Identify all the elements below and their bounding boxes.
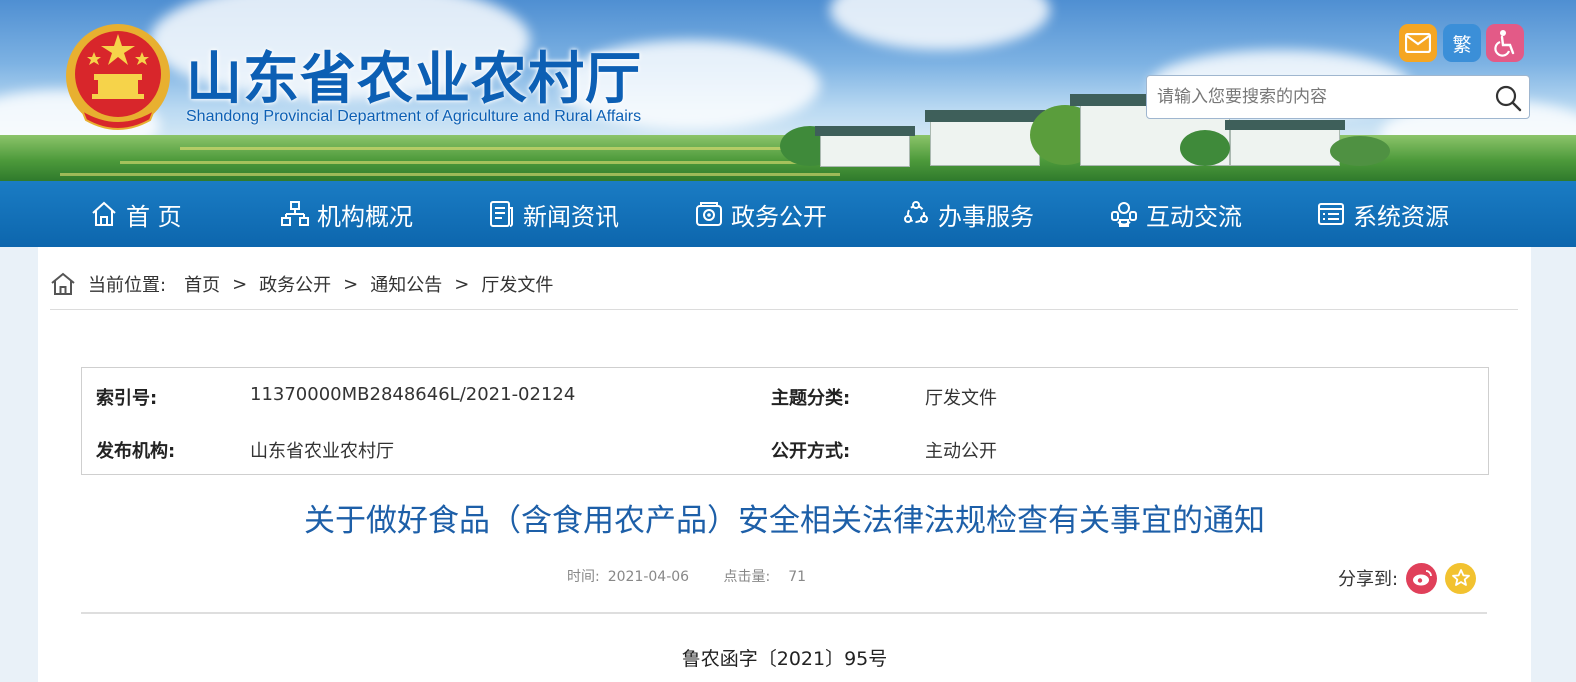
share-weibo-button[interactable] (1406, 562, 1438, 594)
divider (81, 612, 1487, 614)
org-chart-icon (281, 201, 309, 226)
nav-item-label: 政务公开 (731, 202, 827, 231)
view-count-value: 71 (788, 569, 807, 585)
breadcrumb-separator: > (343, 273, 359, 295)
breadcrumb-separator: > (454, 273, 470, 295)
interaction-icon (1111, 202, 1137, 227)
publish-time-value: 2021-04-06 (607, 569, 690, 585)
star-icon (1451, 569, 1470, 586)
nav-item-label: 新闻资讯 (523, 202, 619, 231)
disclosure-method-label: 公开方式: (771, 441, 851, 462)
nav-item-gov-affairs[interactable]: 政务公开 (695, 181, 827, 247)
search-icon[interactable] (1493, 83, 1523, 113)
nav-item-label: 系统资源 (1353, 202, 1449, 231)
breadcrumb-prefix: 当前位置: (88, 275, 167, 296)
index-number-label: 索引号: (96, 388, 158, 409)
publisher-label: 发布机构: (96, 441, 176, 462)
nav-item-label: 办事服务 (938, 202, 1034, 231)
topic-category-value: 厅发文件 (925, 388, 997, 409)
site-subtitle: Shandong Provincial Department of Agricu… (186, 108, 642, 125)
divider (50, 309, 1518, 310)
search-box (1146, 75, 1530, 119)
index-number-value: 11370000MB2848646L/2021-02124 (250, 384, 576, 405)
article-info: 时间: 2021-04-06 点击量: 71 (567, 566, 814, 586)
breadcrumb: 当前位置: 首页 > 政务公开 > 通知公告 > 厅发文件 (50, 269, 553, 299)
document-metadata-table: 索引号: 11370000MB2848646L/2021-02124 主题分类:… (81, 367, 1489, 475)
topic-category-label: 主题分类: (771, 388, 851, 409)
national-emblem-icon (66, 24, 170, 130)
article-title: 关于做好食品（含食用农产品）安全相关法律法规检查有关事宜的通知 (304, 503, 1265, 539)
main-nav: 首 页 机构概况 新闻资讯 政务公开 办事服务 互动交流 系统资源 (0, 181, 1576, 247)
home-icon (92, 201, 116, 226)
share-label: 分享到: (1338, 569, 1399, 590)
nav-item-label: 机构概况 (317, 202, 413, 231)
mail-icon (1405, 33, 1431, 53)
accessibility-icon (1494, 30, 1515, 57)
search-input[interactable] (1147, 77, 1477, 117)
mail-button[interactable] (1399, 24, 1437, 62)
breadcrumb-link-gov-affairs[interactable]: 政务公开 (259, 271, 331, 297)
nav-item-resources[interactable]: 系统资源 (1317, 181, 1449, 247)
nav-item-organization[interactable]: 机构概况 (281, 181, 413, 247)
share-favorite-button[interactable] (1445, 562, 1477, 594)
view-count-label: 点击量: (723, 569, 771, 585)
publish-time-label: 时间: (567, 569, 600, 585)
resources-icon (1318, 203, 1344, 225)
service-icon (904, 201, 928, 223)
home-icon (51, 272, 75, 295)
breadcrumb-link-home[interactable]: 首页 (184, 271, 220, 297)
breadcrumb-link-notices[interactable]: 通知公告 (370, 271, 442, 297)
nav-item-service[interactable]: 办事服务 (902, 181, 1034, 247)
breadcrumb-link-dept-documents[interactable]: 厅发文件 (481, 271, 553, 297)
site-title: 山东省农业农村厅 (186, 47, 642, 112)
nav-item-home[interactable]: 首 页 (90, 181, 182, 247)
content-card: 当前位置: 首页 > 政务公开 > 通知公告 > 厅发文件 索引号: 11370… (38, 247, 1531, 682)
nav-item-label: 首 页 (126, 202, 182, 231)
publisher-value: 山东省农业农村厅 (250, 441, 394, 462)
cloud (830, 0, 1050, 50)
breadcrumb-separator: > (232, 273, 248, 295)
nav-item-news[interactable]: 新闻资讯 (487, 181, 619, 247)
header-banner: 山东省农业农村厅 Shandong Provincial Department … (0, 0, 1576, 181)
news-icon (490, 201, 513, 227)
disclosure-method-value: 主动公开 (925, 441, 997, 462)
nav-item-label: 互动交流 (1146, 202, 1242, 231)
gov-affairs-icon (696, 202, 722, 226)
nav-item-interaction[interactable]: 互动交流 (1110, 181, 1242, 247)
traditional-chinese-button[interactable]: 繁 (1443, 24, 1481, 62)
share-bar: 分享到: (1338, 561, 1477, 595)
accessibility-button[interactable] (1486, 24, 1524, 62)
document-number: 鲁农函字〔2021〕95号 (681, 648, 888, 670)
weibo-icon (1412, 570, 1432, 586)
